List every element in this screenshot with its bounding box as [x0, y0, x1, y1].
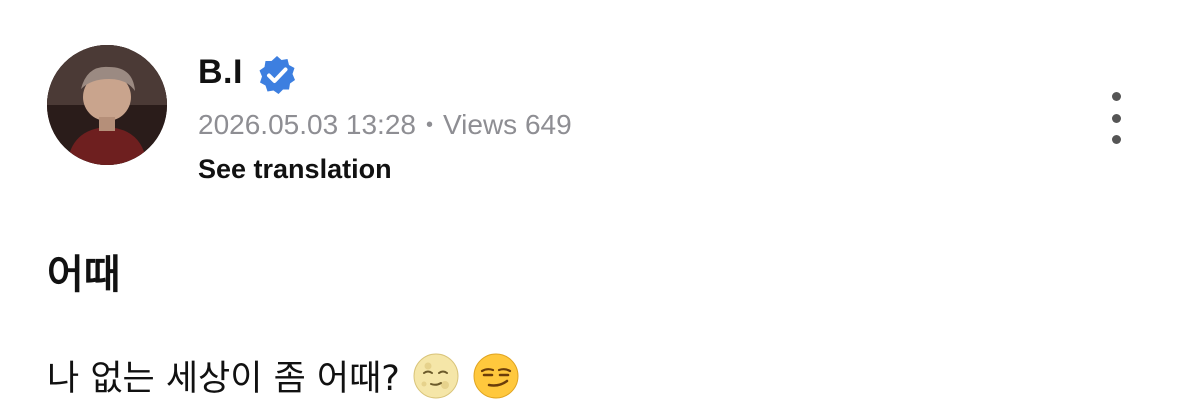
author-name[interactable]: B.I [198, 53, 243, 92]
post-body-text: 나 없는 세상이 좀 어때? [47, 359, 400, 399]
meta-separator: • [425, 114, 433, 136]
avatar[interactable] [47, 45, 167, 165]
see-translation-link[interactable]: See translation [198, 154, 392, 185]
vertical-ellipsis-icon [1111, 92, 1121, 101]
post-header: B.I 2026.05.03 13:28 • Views 649 See trans… [0, 0, 1200, 200]
full-moon-face-icon [412, 352, 460, 400]
post-body: 나 없는 세상이 좀 어때? [47, 350, 520, 401]
post-timestamp: 2026.05.03 13:28 [198, 109, 416, 140]
post-title: 어때 [47, 252, 121, 298]
avatar-photo-icon [47, 45, 167, 165]
post-meta: 2026.05.03 13:28 • Views 649 [198, 109, 572, 141]
smirking-face-icon [472, 352, 520, 400]
verified-badge-icon [256, 54, 298, 96]
more-options-button[interactable] [1100, 92, 1132, 144]
view-count: Views 649 [443, 109, 572, 140]
